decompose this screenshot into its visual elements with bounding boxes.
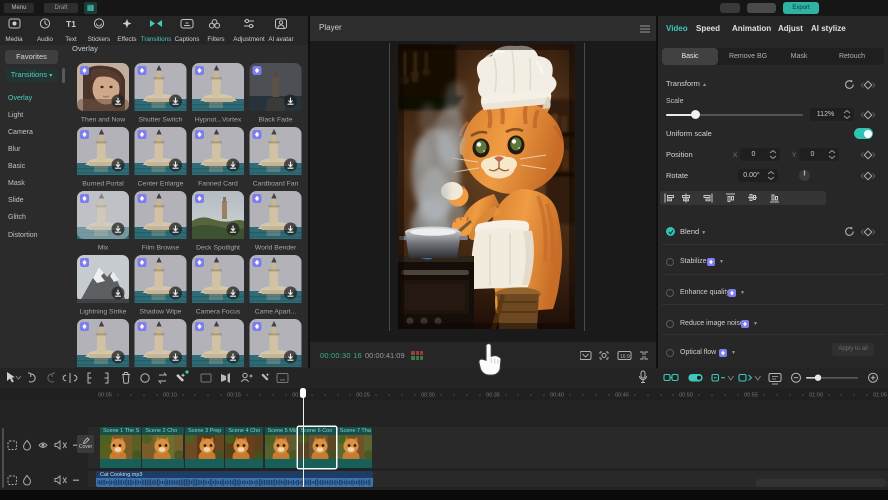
svg-text:01:00: 01:00 [809,393,823,399]
svg-text:AI avatar: AI avatar [268,36,293,43]
svg-text:Shadow Wipe: Shadow Wipe [140,309,182,316]
svg-text:Hypnot...Vortex: Hypnot...Vortex [195,117,242,124]
svg-text:00:30: 00:30 [421,393,435,399]
svg-text:Adjustment: Adjustment [233,36,265,43]
svg-text:Then and Now: Then and Now [81,117,125,124]
svg-text:World Bender: World Bender [255,245,297,252]
svg-text:Film Browse: Film Browse [142,245,180,252]
svg-text:Deck Spotlight: Deck Spotlight [196,245,240,252]
svg-text:Shutter Switch: Shutter Switch [139,117,183,124]
svg-text:00:25: 00:25 [356,393,370,399]
svg-text:Camera Focus: Camera Focus [196,309,241,316]
svg-text:Fanned Card: Fanned Card [198,181,238,188]
svg-text:Burned Portal: Burned Portal [82,181,124,188]
svg-text:16:9: 16:9 [620,354,630,360]
svg-text:Transitions: Transitions [141,36,172,43]
svg-text:Overlay: Overlay [72,45,98,53]
svg-text:Audio: Audio [37,36,54,43]
svg-text:Captions: Captions [175,36,200,43]
svg-text:00:55: 00:55 [744,393,758,399]
svg-text:Black Fade: Black Fade [258,117,292,124]
svg-text:T1: T1 [66,19,76,29]
svg-text:00:50: 00:50 [679,393,693,399]
svg-text:Stickers: Stickers [88,36,110,43]
svg-text:Media: Media [5,36,23,43]
svg-text:00:05: 00:05 [98,393,112,399]
svg-text:Mix: Mix [98,245,109,252]
svg-text:Lightning Strike: Lightning Strike [80,309,127,316]
svg-text:01:05: 01:05 [873,393,887,399]
svg-text:00:35: 00:35 [486,393,500,399]
svg-text:Center Enlarge: Center Enlarge [138,181,184,188]
svg-text:00:45: 00:45 [615,393,629,399]
svg-text:Cardboard Fan: Cardboard Fan [253,181,299,188]
svg-text:Text: Text [65,36,77,43]
svg-text:Came Apart...: Came Apart... [255,309,297,316]
svg-text:Filters: Filters [207,36,224,43]
svg-text:00:15: 00:15 [227,393,241,399]
svg-text:Effects: Effects [117,36,136,43]
svg-text:00:10: 00:10 [163,393,177,399]
svg-text:00:40: 00:40 [550,393,564,399]
